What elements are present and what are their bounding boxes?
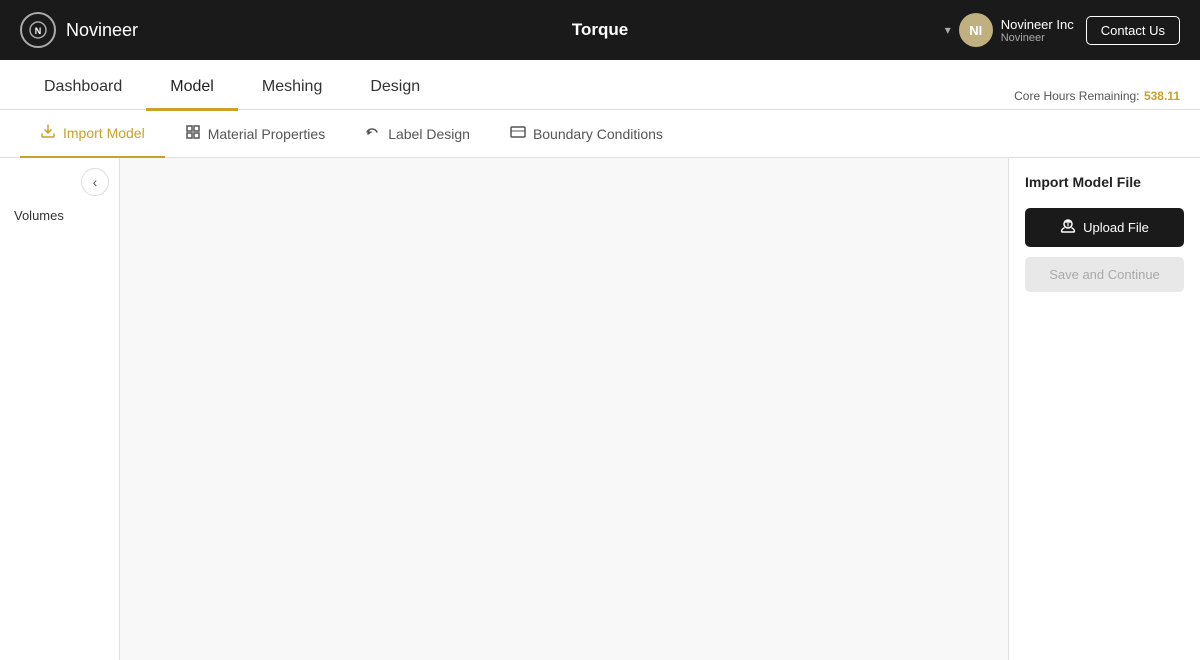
main-canvas	[120, 158, 1008, 660]
subtab-boundary-conditions[interactable]: Boundary Conditions	[490, 112, 683, 157]
core-hours-inline-value: 538.11	[1144, 89, 1180, 103]
material-properties-icon	[185, 124, 201, 145]
volumes-label: Volumes	[10, 208, 109, 223]
user-sub: Novineer	[1001, 32, 1074, 44]
upload-file-label: Upload File	[1083, 220, 1149, 235]
tab-model[interactable]: Model	[146, 64, 238, 111]
tab-dashboard[interactable]: Dashboard	[20, 64, 146, 111]
import-section: Import Model File Upload File Save and C…	[1009, 158, 1200, 308]
subtab-label-design-label: Label Design	[388, 126, 470, 142]
boundary-conditions-icon	[510, 124, 526, 145]
import-model-icon	[40, 123, 56, 144]
content-wrapper: ‹ Volumes Import Model File Upload File …	[0, 158, 1200, 660]
logo-area: N Novineer	[20, 12, 407, 48]
upload-file-button[interactable]: Upload File	[1025, 208, 1184, 247]
header-right: ▾ NI Novineer Inc Novineer Contact Us	[793, 13, 1180, 47]
user-dropdown[interactable]: ▾ NI Novineer Inc Novineer	[945, 13, 1074, 47]
tab-design[interactable]: Design	[346, 64, 444, 111]
subtab-import-model[interactable]: Import Model	[20, 111, 165, 158]
right-panel: Import Model File Upload File Save and C…	[1008, 158, 1200, 660]
subtab-import-model-label: Import Model	[63, 125, 145, 141]
svg-text:N: N	[35, 26, 42, 36]
logo-icon: N	[20, 12, 56, 48]
logo-text: Novineer	[66, 20, 138, 41]
page-title: Torque	[407, 20, 794, 40]
header: N Novineer Torque ▾ NI Novineer Inc Novi…	[0, 0, 1200, 60]
user-info: Novineer Inc Novineer	[1001, 17, 1074, 44]
subtab-boundary-conditions-label: Boundary Conditions	[533, 126, 663, 142]
upload-icon	[1060, 218, 1076, 237]
chevron-left-icon: ‹	[93, 174, 98, 190]
label-design-icon	[365, 124, 381, 145]
save-continue-button: Save and Continue	[1025, 257, 1184, 292]
user-name: Novineer Inc	[1001, 17, 1074, 32]
import-model-title: Import Model File	[1025, 174, 1184, 190]
subtab-label-design[interactable]: Label Design	[345, 112, 490, 157]
collapse-button[interactable]: ‹	[81, 168, 109, 196]
main-nav: Dashboard Model Meshing Design Core Hour…	[0, 60, 1200, 110]
chevron-down-icon: ▾	[945, 23, 951, 37]
tab-meshing[interactable]: Meshing	[238, 64, 346, 111]
avatar: NI	[959, 13, 993, 47]
sub-nav: Import Model Material Properties Label D…	[0, 110, 1200, 158]
left-panel: ‹ Volumes	[0, 158, 120, 660]
subtab-material-properties-label: Material Properties	[208, 126, 326, 142]
core-hours-inline-label: Core Hours Remaining:	[1014, 89, 1139, 103]
contact-us-button[interactable]: Contact Us	[1086, 16, 1180, 45]
subtab-material-properties[interactable]: Material Properties	[165, 112, 346, 157]
